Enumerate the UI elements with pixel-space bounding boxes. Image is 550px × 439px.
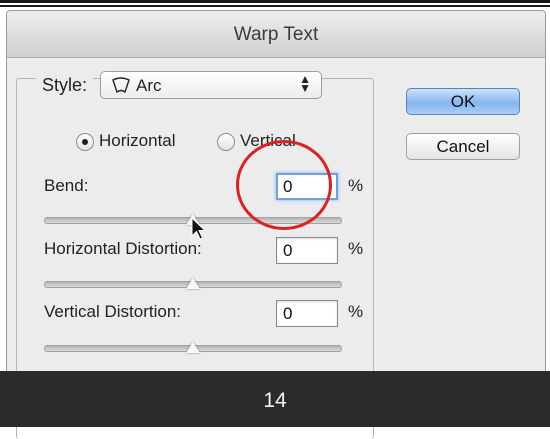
title-bar[interactable]: Warp Text (7, 11, 545, 58)
bend-unit: % (348, 176, 364, 195)
horizontal-distortion-input[interactable]: 0 (276, 237, 338, 264)
cancel-button[interactable]: Cancel (406, 133, 520, 160)
style-label: Style: (36, 75, 94, 96)
horizontal-distortion-unit: % (348, 239, 364, 258)
vertical-distortion-label: Vertical Distortion: (44, 302, 181, 321)
vertical-distortion-input[interactable]: 0 (276, 300, 338, 327)
style-dropdown-value: Arc (136, 76, 162, 95)
arc-icon (112, 77, 130, 94)
top-frame-line (0, 0, 550, 3)
style-dropdown[interactable]: Arc ▲ ▼ (100, 71, 322, 99)
horizontal-radio[interactable] (76, 133, 94, 151)
highlight-circle (236, 140, 332, 230)
mouse-cursor-icon (191, 217, 207, 240)
ok-button[interactable]: OK (406, 88, 520, 115)
vertical-distortion-slider-thumb[interactable] (186, 342, 200, 353)
bend-label: Bend: (44, 176, 89, 195)
page-number: 14 (263, 389, 287, 412)
top-frame-line-inner (0, 5, 550, 7)
dropdown-arrows-icon: ▲ ▼ (299, 72, 311, 95)
vertical-distortion-unit: % (348, 302, 364, 321)
dialog-title: Warp Text (233, 24, 319, 45)
caption-bar: 14 (0, 371, 550, 427)
horizontal-distortion-label: Horizontal Distortion: (44, 239, 202, 258)
vertical-radio[interactable] (217, 133, 235, 151)
horizontal-distortion-slider-thumb[interactable] (186, 278, 200, 289)
horizontal-radio-label[interactable]: Horizontal (99, 131, 176, 151)
